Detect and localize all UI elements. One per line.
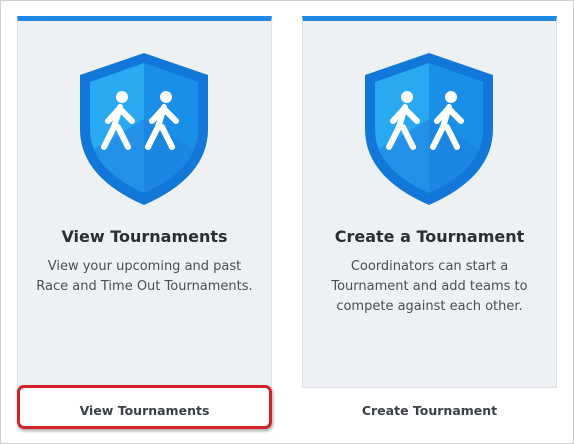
card-description: Coordinators can start a Tournament and … <box>331 259 528 314</box>
view-tournaments-button[interactable]: View Tournaments <box>17 387 272 432</box>
screenshot-frame: View Tournaments View your upcoming and … <box>0 0 574 444</box>
card-description: View your upcoming and past Race and Tim… <box>36 259 253 294</box>
card-title: Create a Tournament <box>334 227 525 246</box>
walking-people-shield-icon <box>74 49 214 209</box>
create-tournament-button[interactable]: Create Tournament <box>302 387 557 432</box>
create-tournament-card: Create a Tournament Coordinators can sta… <box>302 16 557 432</box>
view-tournaments-card: View Tournaments View your upcoming and … <box>17 16 272 432</box>
card-title: View Tournaments <box>61 227 228 246</box>
walking-people-shield-icon <box>359 49 499 209</box>
